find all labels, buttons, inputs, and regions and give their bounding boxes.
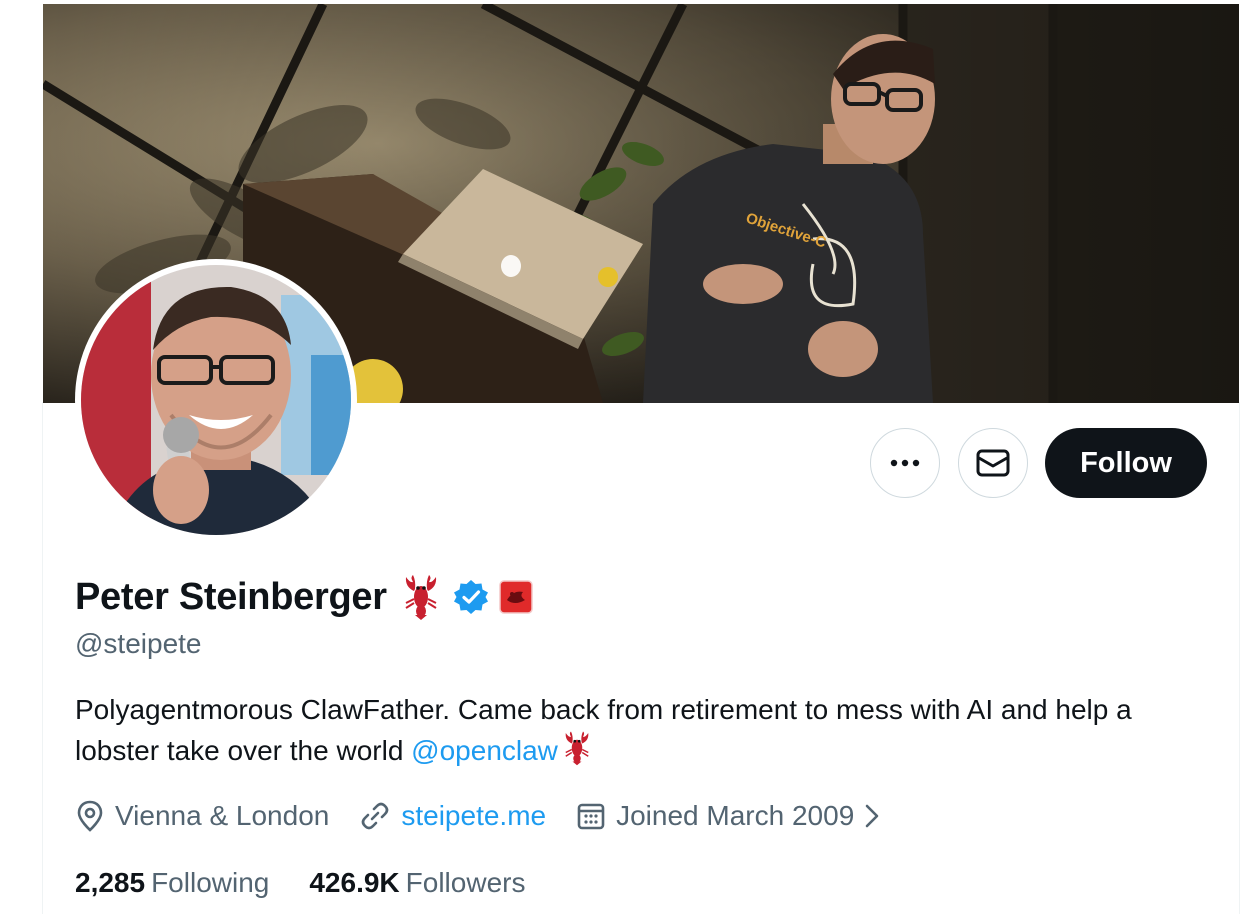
more-icon — [890, 459, 920, 467]
more-options-button[interactable] — [870, 428, 940, 498]
verified-badge-icon[interactable] — [453, 579, 489, 615]
lobster-emoji-icon — [562, 730, 592, 777]
location-icon — [77, 800, 103, 832]
column-border-left — [42, 402, 43, 914]
bio-text: Polyagentmorous ClawFather. Came back fr… — [75, 694, 1132, 766]
joined-item[interactable]: Joined March 2009 — [576, 800, 882, 832]
website-item[interactable]: steipete.me — [359, 800, 546, 832]
link-icon — [362, 802, 389, 830]
profile-bio: Polyagentmorous ClawFather. Came back fr… — [75, 690, 1195, 777]
profile-handle: @steipete — [75, 628, 202, 659]
profile-meta: Vienna & London steipete.me Joined March… — [75, 797, 912, 835]
chevron-right-icon — [865, 804, 879, 828]
affiliate-badge-icon[interactable] — [498, 580, 533, 614]
profile-name-row: Peter Steinberger — [75, 570, 533, 624]
avatar-image — [81, 265, 351, 535]
following-label: Following — [151, 867, 270, 898]
location-text: Vienna & London — [115, 800, 330, 831]
profile-stats: 2,285 Following 426.9K Followers — [75, 864, 565, 902]
followers-label: Followers — [405, 867, 526, 898]
website-link[interactable]: steipete.me — [401, 800, 546, 832]
follow-button[interactable]: Follow — [1045, 428, 1207, 498]
bio-mention-link[interactable]: @openclaw — [411, 735, 558, 766]
message-button[interactable] — [958, 428, 1028, 498]
location-item: Vienna & London — [75, 800, 329, 832]
following-count: 2,285 — [75, 867, 146, 898]
followers-link[interactable]: 426.9K Followers — [309, 867, 525, 899]
following-link[interactable]: 2,285 Following — [75, 867, 269, 899]
display-name: Peter Steinberger — [75, 575, 387, 618]
joined-text: Joined March 2009 — [616, 800, 855, 831]
column-border-right — [1239, 402, 1240, 914]
lobster-emoji-icon — [401, 573, 441, 621]
profile-avatar[interactable] — [75, 259, 357, 541]
followers-count: 426.9K — [309, 867, 400, 898]
calendar-icon — [577, 803, 605, 830]
mail-icon — [976, 449, 1010, 477]
